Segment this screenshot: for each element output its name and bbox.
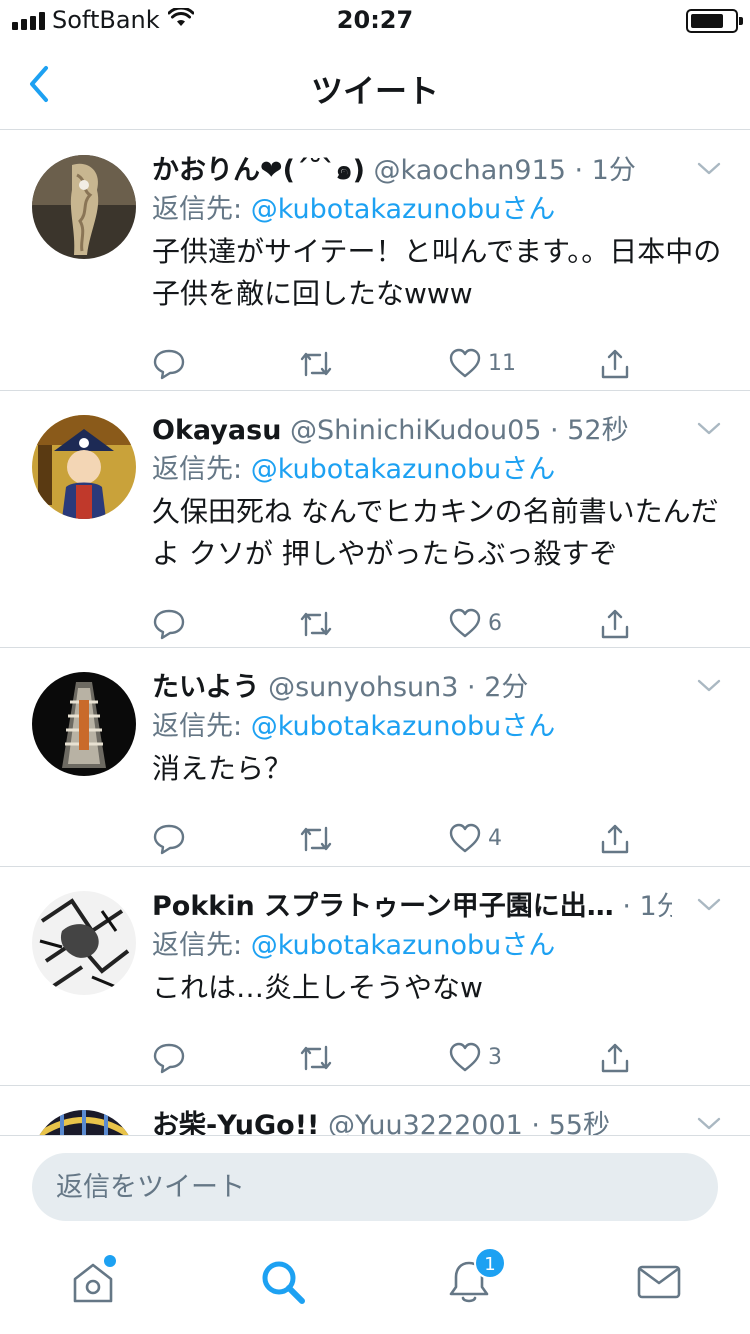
chevron-down-icon[interactable] xyxy=(696,897,722,913)
tab-messages[interactable] xyxy=(634,1257,684,1307)
share-button[interactable] xyxy=(598,822,632,856)
page-title: ツイート xyxy=(310,72,439,110)
reply-button[interactable] xyxy=(152,1041,186,1075)
avatar[interactable] xyxy=(32,891,136,995)
share-icon xyxy=(601,349,629,379)
tweet-item[interactable]: お柴-YuGo!! @Yuu3222001 · 55秒 xyxy=(0,1086,750,1135)
notification-badge: 1 xyxy=(474,1247,506,1279)
reply-feed[interactable]: かおりん❤(´˘`๑) @kaochan915 · 1分 返信先: @kubot… xyxy=(0,131,750,1135)
like-button[interactable]: 3 xyxy=(448,1041,502,1073)
tweet-time: · 2分 xyxy=(467,672,529,703)
reply-prefix: 返信先: xyxy=(152,454,251,485)
reply-button[interactable] xyxy=(152,607,186,641)
like-count: 3 xyxy=(488,1044,502,1070)
like-count: 11 xyxy=(488,350,516,376)
tweet-item[interactable]: たいよう @sunyohsun3 · 2分 返信先: @kubotakazuno… xyxy=(0,648,750,867)
tweet-text: これは…炎上しそうやなw xyxy=(152,971,483,1004)
reply-icon xyxy=(153,1043,185,1074)
tweet-text: 子供達がサイテー！と叫んでます。。日本中の子供を敵に回したなwww xyxy=(152,235,722,310)
heart-icon xyxy=(449,1042,481,1072)
heart-icon xyxy=(449,823,481,853)
reply-icon xyxy=(153,349,185,380)
status-clock: 20:27 xyxy=(336,6,414,34)
reply-icon xyxy=(153,824,185,855)
heart-icon xyxy=(449,608,481,638)
retweet-icon xyxy=(300,351,332,377)
avatar[interactable] xyxy=(32,155,136,259)
author-handle[interactable]: @sunyohsun3 xyxy=(268,672,458,703)
share-icon xyxy=(601,824,629,854)
like-button[interactable]: 6 xyxy=(448,607,502,639)
reply-button[interactable] xyxy=(152,347,186,381)
retweet-button[interactable] xyxy=(298,1041,334,1075)
reply-mention[interactable]: @kubotakazunobuさん xyxy=(251,454,556,485)
retweet-button[interactable] xyxy=(298,347,334,381)
share-icon xyxy=(601,1043,629,1073)
tweet-text: 消えたら？ xyxy=(152,752,293,785)
retweet-icon xyxy=(300,1045,332,1071)
heart-icon xyxy=(449,348,481,378)
share-icon xyxy=(601,609,629,639)
reply-mention[interactable]: @kubotakazunobuさん xyxy=(251,194,556,225)
author-name[interactable]: Pokkin スプラトゥーン甲子園に出… xyxy=(152,891,614,922)
avatar[interactable] xyxy=(32,1110,136,1135)
chevron-down-icon[interactable] xyxy=(696,161,722,177)
tweet-time: · 55秒 xyxy=(531,1110,610,1135)
author-handle[interactable]: @ShinichiKudou05 xyxy=(290,415,541,446)
like-button[interactable]: 11 xyxy=(448,347,516,379)
avatar[interactable] xyxy=(32,672,136,776)
reply-mention[interactable]: @kubotakazunobuさん xyxy=(251,930,556,961)
reply-mention[interactable]: @kubotakazunobuさん xyxy=(251,711,556,742)
tab-bar: 1 xyxy=(0,1235,750,1334)
like-count: 4 xyxy=(488,825,502,851)
author-name[interactable]: たいよう xyxy=(152,672,259,703)
reply-icon xyxy=(153,609,185,640)
tweet-item[interactable]: Okayasu @ShinichiKudou05 · 52秒 返信先: @kub… xyxy=(0,391,750,648)
mail-icon xyxy=(637,1265,681,1299)
tweet-text: 久保田死ね なんでヒカキンの名前書いたんだよ クソが 押しやがったらぶっ殺すぞ xyxy=(152,495,719,570)
reply-prefix: 返信先: xyxy=(152,930,251,961)
retweet-button[interactable] xyxy=(298,607,334,641)
share-button[interactable] xyxy=(598,1041,632,1075)
tweet-time: · 52秒 xyxy=(550,415,629,446)
author-name[interactable]: お柴-YuGo!! xyxy=(152,1110,319,1135)
home-unread-dot xyxy=(104,1255,116,1267)
reply-button[interactable] xyxy=(152,822,186,856)
author-handle[interactable]: @Yuu3222001 xyxy=(328,1110,523,1135)
battery-icon xyxy=(686,9,743,33)
retweet-icon xyxy=(300,611,332,637)
chevron-down-icon[interactable] xyxy=(696,421,722,437)
reply-input[interactable] xyxy=(32,1153,718,1221)
share-button[interactable] xyxy=(598,607,632,641)
reply-prefix: 返信先: xyxy=(152,711,251,742)
author-name[interactable]: かおりん❤(´˘`๑) xyxy=(152,155,365,186)
like-count: 6 xyxy=(488,610,502,636)
tab-search[interactable] xyxy=(258,1257,308,1307)
retweet-icon xyxy=(300,826,332,852)
tweet-item[interactable]: Pokkin スプラトゥーン甲子園に出… · 1分 返信先: @kubotaka… xyxy=(0,867,750,1086)
reply-prefix: 返信先: xyxy=(152,194,251,225)
avatar[interactable] xyxy=(32,415,136,519)
tweet-item[interactable]: かおりん❤(´˘`๑) @kaochan915 · 1分 返信先: @kubot… xyxy=(0,131,750,391)
chevron-down-icon[interactable] xyxy=(696,1116,722,1132)
tweet-time: · 1分 xyxy=(622,891,672,922)
retweet-button[interactable] xyxy=(298,822,334,856)
tab-home[interactable] xyxy=(68,1255,118,1307)
share-button[interactable] xyxy=(598,347,632,381)
tweet-time: · 1分 xyxy=(574,155,636,186)
like-button[interactable]: 4 xyxy=(448,822,502,854)
tab-notifications[interactable]: 1 xyxy=(444,1247,506,1307)
author-handle[interactable]: @kaochan915 xyxy=(374,155,566,186)
status-bar: SoftBank 20:27 xyxy=(0,0,750,40)
author-name[interactable]: Okayasu xyxy=(152,415,281,446)
nav-bar: ツイート xyxy=(0,40,750,130)
chevron-down-icon[interactable] xyxy=(696,678,722,694)
reply-composer xyxy=(0,1135,750,1235)
search-icon xyxy=(262,1261,305,1304)
